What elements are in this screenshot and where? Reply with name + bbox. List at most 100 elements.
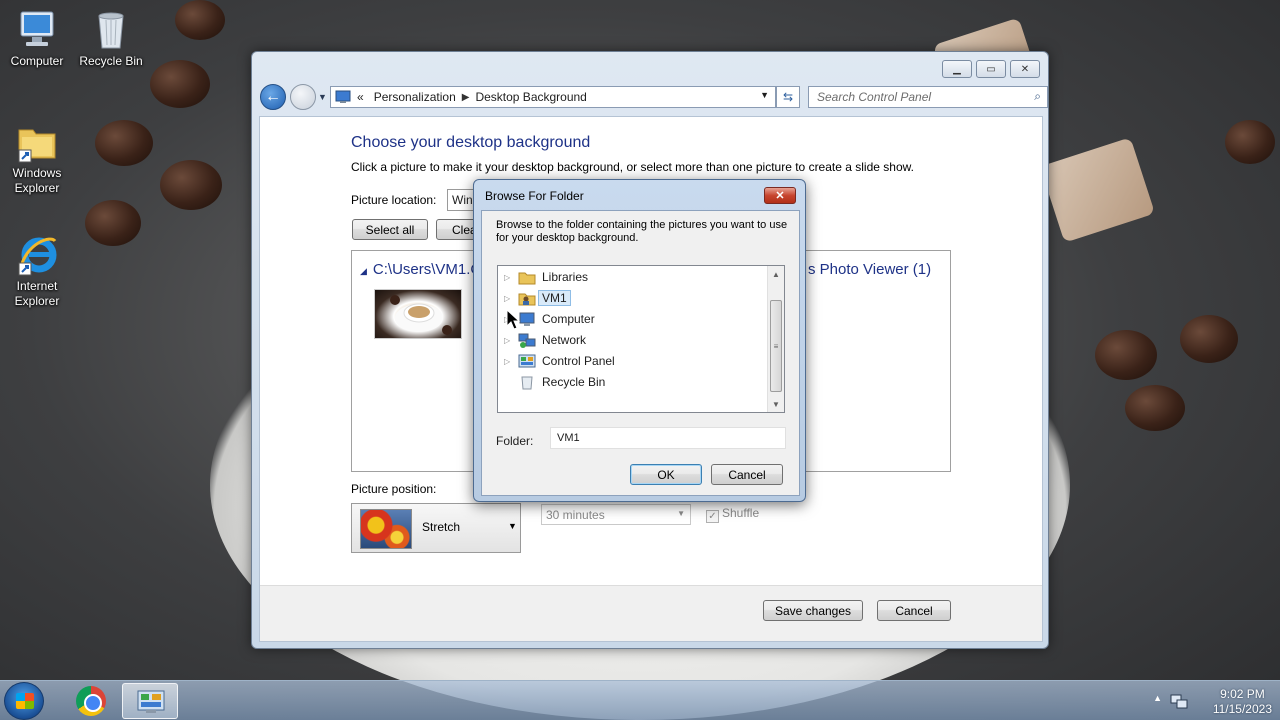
desktop-icon-label: Internet Explorer	[14, 279, 60, 308]
collapse-group-icon[interactable]: ◢	[360, 266, 367, 276]
libraries-icon	[518, 272, 536, 284]
clear-all-button[interactable]: Clear all	[436, 219, 476, 240]
breadcrumb-personalization[interactable]: Personalization	[374, 90, 456, 104]
picture-location-label: Picture location:	[351, 193, 437, 207]
wallpaper-bean	[95, 120, 153, 166]
computer-icon	[15, 8, 59, 52]
folder-tree[interactable]: ▷ Libraries ▷ VM1 ▷ Computer ▷ Network ▷	[497, 265, 785, 413]
back-arrow-icon: ←	[265, 88, 281, 105]
refresh-button[interactable]: ⇆	[776, 86, 800, 108]
browse-for-folder-dialog: Browse For Folder ✕ Browse to the folder…	[473, 179, 806, 502]
dialog-description: Browse to the folder containing the pict…	[496, 219, 788, 244]
show-hidden-icons-button[interactable]: ▲	[1153, 693, 1162, 703]
clock[interactable]: 9:02 PM 11/15/2023	[1213, 683, 1272, 719]
interval-select[interactable]: 30 minutes ▼	[541, 504, 691, 525]
computer-icon	[519, 312, 535, 326]
chrome-icon	[76, 686, 106, 716]
page-title: Choose your desktop background	[351, 134, 591, 151]
search-placeholder: Search Control Panel	[817, 90, 932, 104]
tree-item-network[interactable]: ▷ Network	[504, 330, 586, 350]
wallpaper-bean	[1180, 315, 1238, 363]
dialog-cancel-button[interactable]: Cancel	[711, 464, 783, 485]
user-folder-icon	[518, 293, 536, 305]
clock-time: 9:02 PM	[1220, 687, 1265, 701]
picture-position-value: Stretch	[422, 520, 461, 534]
group-header-local[interactable]: ◢ C:\Users\VM1.C	[360, 261, 481, 278]
scroll-down-icon[interactable]: ▼	[768, 396, 784, 412]
cancel-button[interactable]: Cancel	[877, 600, 951, 621]
tree-scrollbar[interactable]: ▲ ≡ ▼	[767, 266, 784, 412]
tree-item-libraries[interactable]: ▷ Libraries	[504, 267, 588, 287]
navigation-bar: ← ▼ « Personalization ▶ Desktop Backgrou…	[260, 84, 1048, 110]
breadcrumb-overflow[interactable]: «	[357, 90, 364, 104]
wallpaper-bean	[175, 0, 225, 40]
recent-pages-dropdown[interactable]: ▼	[318, 92, 327, 102]
wallpaper-bean	[85, 200, 141, 246]
tree-item-vm1[interactable]: ▷ VM1	[504, 288, 571, 308]
group-header-photo-viewer[interactable]: s Photo Viewer (1)	[808, 261, 931, 278]
desktop-icon-label: Recycle Bin	[79, 54, 143, 68]
search-input[interactable]: Search Control Panel ⌕	[808, 86, 1048, 108]
mouse-cursor-icon	[506, 309, 520, 330]
expand-arrow-icon[interactable]: ▷	[504, 357, 518, 366]
caption-buttons: ▁ ▭ ✕	[942, 60, 1040, 78]
expand-arrow-icon[interactable]: ▷	[504, 336, 518, 345]
back-button[interactable]: ←	[260, 84, 286, 110]
coffee-cup-image	[390, 295, 452, 335]
interval-dropdown-icon: ▼	[677, 509, 685, 518]
control-panel-icon	[518, 354, 536, 367]
save-changes-button[interactable]: Save changes	[763, 600, 863, 621]
folder-icon	[15, 120, 59, 164]
minimize-icon: ▁	[953, 63, 961, 75]
folder-input[interactable]: VM1	[550, 427, 786, 449]
wallpaper-bean	[1225, 120, 1275, 164]
dialog-close-button[interactable]: ✕	[764, 187, 796, 204]
scroll-thumb[interactable]: ≡	[770, 300, 782, 392]
minimize-button[interactable]: ▁	[942, 60, 972, 78]
recycle-bin-icon	[89, 8, 133, 52]
breadcrumb-separator-icon[interactable]: ▶	[462, 92, 470, 103]
close-window-button[interactable]: ✕	[1010, 60, 1040, 78]
picture-position-label: Picture position:	[351, 482, 437, 496]
wallpaper-bean	[150, 60, 210, 108]
flower-preview-icon	[360, 509, 412, 549]
window-footer: Save changes Cancel	[260, 585, 1042, 641]
breadcrumb-desktop-background[interactable]: Desktop Background	[475, 90, 586, 104]
tree-item-recycle-bin[interactable]: Recycle Bin	[504, 372, 605, 392]
ok-button[interactable]: OK	[630, 464, 702, 485]
address-bar[interactable]: « Personalization ▶ Desktop Background ▼	[330, 86, 776, 108]
folder-label: Folder:	[496, 434, 534, 448]
select-all-button[interactable]: Select all	[352, 219, 428, 240]
tree-item-control-panel[interactable]: ▷ Control Panel	[504, 351, 615, 371]
maximize-icon: ▭	[986, 63, 996, 75]
desktop-icon-label: Windows Explorer	[12, 166, 62, 195]
picture-position-select[interactable]: Stretch ▼	[351, 503, 521, 553]
search-icon[interactable]: ⌕	[1034, 89, 1041, 104]
desktop-icon-windows-explorer[interactable]: Windows Explorer	[0, 120, 74, 196]
taskbar-chrome[interactable]	[62, 683, 118, 719]
start-button[interactable]	[4, 682, 44, 720]
dialog-body: Browse to the folder containing the pict…	[481, 210, 800, 496]
wallpaper-cookie	[1039, 137, 1156, 243]
desktop-icon-computer[interactable]: Computer	[0, 8, 74, 69]
expand-arrow-icon[interactable]: ▷	[504, 294, 518, 303]
wallpaper-bean	[1125, 385, 1185, 431]
control-panel-icon	[335, 90, 351, 103]
taskbar: ▲ 9:02 PM 11/15/2023	[0, 680, 1280, 720]
expand-arrow-icon[interactable]: ▷	[504, 273, 518, 282]
address-dropdown-icon[interactable]: ▼	[760, 90, 769, 100]
taskbar-control-panel[interactable]	[122, 683, 178, 719]
shuffle-checkbox[interactable]: ✓ Shuffle	[706, 506, 759, 523]
forward-button[interactable]	[290, 84, 316, 110]
network-tray-icon[interactable]	[1170, 692, 1188, 710]
desktop-icon-recycle-bin[interactable]: Recycle Bin	[74, 8, 148, 69]
windows-logo-icon	[16, 693, 34, 709]
wallpaper-bean	[1095, 330, 1157, 380]
refresh-icon: ⇆	[782, 90, 794, 104]
dialog-title: Browse For Folder	[485, 189, 584, 203]
scroll-up-icon[interactable]: ▲	[768, 266, 784, 282]
maximize-button[interactable]: ▭	[976, 60, 1006, 78]
desktop-icon-internet-explorer[interactable]: Internet Explorer	[0, 233, 74, 309]
wallpaper-thumbnail[interactable]	[374, 289, 462, 339]
close-icon: ✕	[1020, 63, 1030, 75]
